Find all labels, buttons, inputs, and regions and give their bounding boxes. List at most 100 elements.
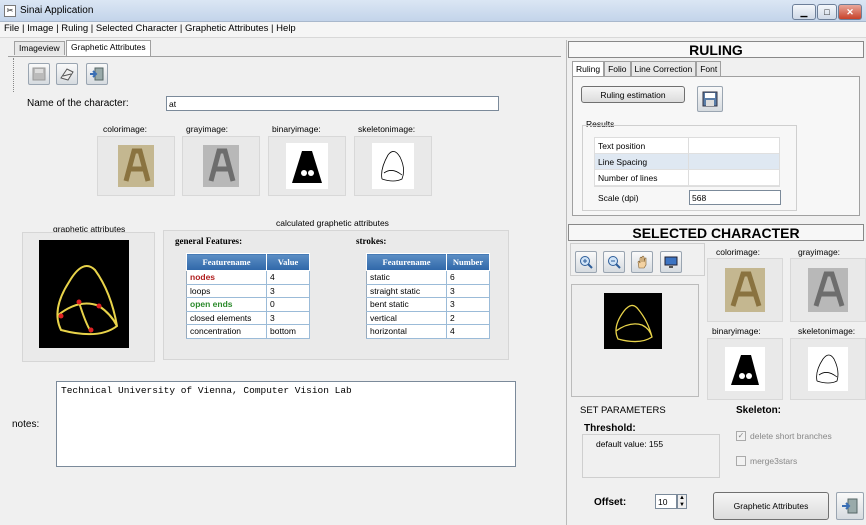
sel-skeleton-char-image: [808, 347, 848, 391]
results-label-cell: Line Spacing: [595, 154, 689, 170]
results-value-cell: [689, 138, 779, 154]
exit-door-icon: [90, 67, 104, 81]
tab-imageview[interactable]: Imageview: [14, 41, 65, 55]
ruling-tabs: Ruling Folio Line Correction Font: [572, 61, 722, 76]
sel-grayimage-label: grayimage:: [798, 247, 841, 257]
sel-binary-char-image: [725, 347, 765, 391]
zoom-in-icon: [580, 256, 593, 269]
colorimage: [97, 136, 175, 196]
tab-folio[interactable]: Folio: [604, 61, 631, 76]
menu-image[interactable]: Image: [27, 23, 53, 34]
zoom-out-icon: [608, 256, 621, 269]
binaryimage-label: binaryimage:: [272, 124, 321, 134]
menu-help[interactable]: Help: [276, 23, 296, 34]
feature-value: 0: [266, 297, 310, 312]
ruling-header: RULING: [568, 41, 864, 58]
ruling-save-button[interactable]: [697, 86, 723, 112]
selected-exit-button[interactable]: [836, 492, 864, 520]
general-features-table: Featurename Value nodes 4 loops 3 open ends…: [186, 253, 310, 339]
merge3stars-checkbox[interactable]: [736, 456, 746, 466]
close-button[interactable]: ✕: [838, 4, 862, 20]
results-label-cell: Text position: [595, 138, 689, 154]
results-row: Text position: [595, 138, 779, 154]
floppy-icon: [32, 67, 46, 81]
maximize-button[interactable]: □: [817, 4, 837, 20]
stroke-value: 4: [446, 324, 490, 339]
name-label: Name of the character:: [27, 98, 129, 109]
save-disabled-button[interactable]: [28, 63, 50, 85]
colorimage-label: colorimage:: [103, 124, 147, 134]
grayimage-label: grayimage:: [186, 124, 229, 134]
stroke-value: 3: [446, 297, 490, 312]
offset-input[interactable]: [655, 494, 677, 509]
brush-icon: [60, 68, 74, 81]
sel-grayimage: [790, 258, 866, 322]
pan-button[interactable]: [631, 251, 653, 273]
stroke-value: 3: [446, 284, 490, 298]
zoom-in-button[interactable]: [575, 251, 597, 273]
offset-spinner[interactable]: ▲ ▼: [677, 494, 687, 509]
table-row: bent static 3: [366, 297, 490, 312]
stroke-value: 6: [446, 270, 490, 285]
table-row: loops 3: [186, 284, 310, 298]
feature-name: open ends: [186, 297, 267, 312]
sel-colorimage-label: colorimage:: [716, 247, 760, 257]
scale-input[interactable]: [689, 190, 781, 205]
window-title: Sinai Application: [20, 5, 94, 16]
character-name-input[interactable]: [166, 96, 499, 111]
fit-screen-button[interactable]: [660, 251, 682, 273]
menu-selected-character[interactable]: Selected Character: [96, 23, 177, 34]
print-button[interactable]: [56, 63, 78, 85]
col-featurename: Featurename: [366, 253, 447, 271]
selected-char-skeleton: [604, 293, 662, 349]
table-row: horizontal 4: [366, 324, 490, 339]
feature-name: loops: [186, 284, 267, 298]
zoom-out-button[interactable]: [603, 251, 625, 273]
feature-name: nodes: [186, 270, 267, 285]
notes-textarea[interactable]: Technical University of Vienna, Computer…: [56, 381, 516, 467]
offset-label: Offset:: [594, 497, 627, 508]
sel-colorimage: [707, 258, 783, 322]
skeleton-char-image: [372, 143, 414, 189]
sel-binaryimage: [707, 338, 783, 400]
table-row: concentration bottom: [186, 324, 310, 339]
exit-door-icon: [842, 498, 858, 514]
results-value-cell: [689, 154, 779, 170]
ruling-estimation-button[interactable]: Ruling estimation: [581, 86, 685, 103]
menu-ruling[interactable]: Ruling: [61, 23, 88, 34]
stroke-name: vertical: [366, 311, 447, 325]
exit-button[interactable]: [86, 63, 108, 85]
stroke-name: straight static: [366, 284, 447, 298]
tab-ruling[interactable]: Ruling: [572, 61, 605, 76]
delete-short-checkbox[interactable]: ✓: [736, 431, 746, 441]
skeletonimage: [354, 136, 432, 196]
stroke-name: bent static: [366, 297, 447, 312]
graphetic-attributes-button[interactable]: Graphetic Attributes: [713, 492, 829, 520]
strokes-title: strokes:: [356, 236, 387, 246]
stroke-value: 2: [446, 311, 490, 325]
minimize-button[interactable]: ▁: [792, 4, 816, 20]
table-row: closed elements 3: [186, 311, 310, 325]
scale-label: Scale (dpi): [598, 193, 639, 203]
menu-graphetic-attributes[interactable]: Graphetic Attributes: [185, 23, 268, 34]
feature-value: 4: [266, 270, 310, 285]
tab-graphetic-attributes[interactable]: Graphetic Attributes: [66, 40, 151, 56]
results-grid: Text position Line Spacing Number of lin…: [594, 137, 780, 187]
feature-value: bottom: [266, 324, 310, 339]
feature-value: 3: [266, 284, 310, 298]
tab-line-correction[interactable]: Line Correction: [630, 61, 697, 76]
color-char-image: [118, 145, 154, 187]
feature-name: closed elements: [186, 311, 267, 325]
hand-icon: [637, 255, 647, 269]
title-bar: ✂ Sinai Application ▁ □ ✕: [0, 0, 866, 22]
menu-file[interactable]: File: [4, 23, 19, 34]
results-row: Number of lines: [595, 170, 779, 186]
calculated-graphetic-label: calculated graphetic attributes: [276, 218, 389, 228]
grayimage: [182, 136, 260, 196]
threshold-label: Threshold:: [584, 423, 636, 434]
tab-font[interactable]: Font: [696, 61, 722, 76]
notes-label: notes:: [12, 419, 40, 430]
skeleton-label: Skeleton:: [736, 405, 782, 416]
merge3stars-label: merge3stars: [750, 456, 798, 466]
app-icon: ✂: [4, 5, 16, 17]
